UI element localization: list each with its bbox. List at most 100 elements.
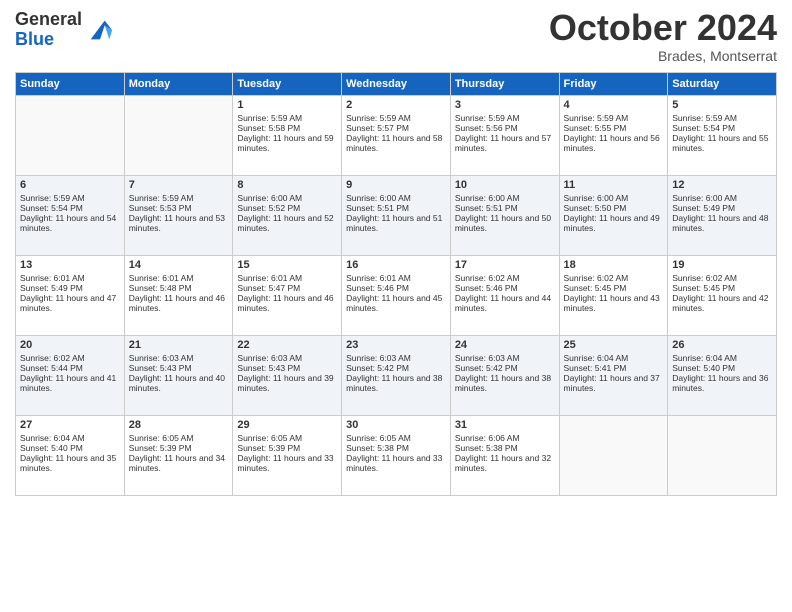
day-info: Daylight: 11 hours and 56 minutes. bbox=[564, 133, 664, 153]
day-info: Sunrise: 6:03 AM bbox=[455, 353, 555, 363]
day-info: Sunrise: 6:03 AM bbox=[129, 353, 229, 363]
table-row: 30Sunrise: 6:05 AMSunset: 5:38 PMDayligh… bbox=[342, 416, 451, 496]
day-info: Sunset: 5:51 PM bbox=[346, 203, 446, 213]
table-row: 3Sunrise: 5:59 AMSunset: 5:56 PMDaylight… bbox=[450, 96, 559, 176]
day-number: 10 bbox=[455, 179, 555, 191]
day-info: Sunrise: 6:05 AM bbox=[346, 433, 446, 443]
day-info: Sunset: 5:47 PM bbox=[237, 283, 337, 293]
table-row: 9Sunrise: 6:00 AMSunset: 5:51 PMDaylight… bbox=[342, 176, 451, 256]
day-info: Sunrise: 6:03 AM bbox=[237, 353, 337, 363]
day-info: Daylight: 11 hours and 34 minutes. bbox=[129, 453, 229, 473]
table-row: 13Sunrise: 6:01 AMSunset: 5:49 PMDayligh… bbox=[16, 256, 125, 336]
table-row: 29Sunrise: 6:05 AMSunset: 5:39 PMDayligh… bbox=[233, 416, 342, 496]
day-info: Sunrise: 5:59 AM bbox=[672, 113, 772, 123]
day-info: Sunrise: 6:00 AM bbox=[672, 193, 772, 203]
day-info: Sunset: 5:54 PM bbox=[672, 123, 772, 133]
calendar-week-row: 20Sunrise: 6:02 AMSunset: 5:44 PMDayligh… bbox=[16, 336, 777, 416]
day-info: Sunrise: 6:02 AM bbox=[455, 273, 555, 283]
day-info: Sunrise: 6:01 AM bbox=[129, 273, 229, 283]
day-info: Sunset: 5:38 PM bbox=[346, 443, 446, 453]
day-info: Daylight: 11 hours and 48 minutes. bbox=[672, 213, 772, 233]
table-row: 19Sunrise: 6:02 AMSunset: 5:45 PMDayligh… bbox=[668, 256, 777, 336]
day-info: Sunrise: 5:59 AM bbox=[346, 113, 446, 123]
day-info: Sunset: 5:57 PM bbox=[346, 123, 446, 133]
table-row bbox=[668, 416, 777, 496]
table-row: 21Sunrise: 6:03 AMSunset: 5:43 PMDayligh… bbox=[124, 336, 233, 416]
day-info: Sunset: 5:45 PM bbox=[564, 283, 664, 293]
header-wednesday: Wednesday bbox=[342, 73, 451, 96]
day-number: 15 bbox=[237, 259, 337, 271]
day-number: 1 bbox=[237, 99, 337, 111]
day-info: Sunrise: 6:05 AM bbox=[237, 433, 337, 443]
day-info: Sunrise: 6:03 AM bbox=[346, 353, 446, 363]
header: General Blue October 2024 Brades, Montse… bbox=[15, 10, 777, 64]
day-info: Sunrise: 5:59 AM bbox=[237, 113, 337, 123]
day-number: 29 bbox=[237, 419, 337, 431]
location: Brades, Montserrat bbox=[549, 48, 777, 64]
day-number: 3 bbox=[455, 99, 555, 111]
day-info: Sunrise: 5:59 AM bbox=[564, 113, 664, 123]
calendar-week-row: 27Sunrise: 6:04 AMSunset: 5:40 PMDayligh… bbox=[16, 416, 777, 496]
day-info: Daylight: 11 hours and 52 minutes. bbox=[237, 213, 337, 233]
day-number: 30 bbox=[346, 419, 446, 431]
calendar-page: General Blue October 2024 Brades, Montse… bbox=[0, 0, 792, 612]
table-row: 10Sunrise: 6:00 AMSunset: 5:51 PMDayligh… bbox=[450, 176, 559, 256]
day-info: Daylight: 11 hours and 36 minutes. bbox=[672, 373, 772, 393]
day-number: 4 bbox=[564, 99, 664, 111]
day-info: Sunset: 5:49 PM bbox=[672, 203, 772, 213]
calendar-week-row: 6Sunrise: 5:59 AMSunset: 5:54 PMDaylight… bbox=[16, 176, 777, 256]
header-saturday: Saturday bbox=[668, 73, 777, 96]
day-number: 12 bbox=[672, 179, 772, 191]
header-monday: Monday bbox=[124, 73, 233, 96]
day-info: Daylight: 11 hours and 35 minutes. bbox=[20, 453, 120, 473]
table-row: 4Sunrise: 5:59 AMSunset: 5:55 PMDaylight… bbox=[559, 96, 668, 176]
table-row: 26Sunrise: 6:04 AMSunset: 5:40 PMDayligh… bbox=[668, 336, 777, 416]
day-info: Sunrise: 6:04 AM bbox=[672, 353, 772, 363]
day-info: Daylight: 11 hours and 38 minutes. bbox=[455, 373, 555, 393]
day-info: Sunset: 5:39 PM bbox=[129, 443, 229, 453]
day-info: Sunrise: 6:01 AM bbox=[346, 273, 446, 283]
day-info: Daylight: 11 hours and 43 minutes. bbox=[564, 293, 664, 313]
day-info: Sunrise: 6:04 AM bbox=[564, 353, 664, 363]
day-info: Daylight: 11 hours and 55 minutes. bbox=[672, 133, 772, 153]
day-info: Sunrise: 5:59 AM bbox=[20, 193, 120, 203]
day-info: Sunrise: 6:04 AM bbox=[20, 433, 120, 443]
day-info: Daylight: 11 hours and 41 minutes. bbox=[20, 373, 120, 393]
day-info: Daylight: 11 hours and 54 minutes. bbox=[20, 213, 120, 233]
table-row: 6Sunrise: 5:59 AMSunset: 5:54 PMDaylight… bbox=[16, 176, 125, 256]
day-number: 14 bbox=[129, 259, 229, 271]
day-info: Daylight: 11 hours and 32 minutes. bbox=[455, 453, 555, 473]
day-info: Sunrise: 6:00 AM bbox=[564, 193, 664, 203]
day-number: 18 bbox=[564, 259, 664, 271]
day-info: Sunrise: 6:02 AM bbox=[20, 353, 120, 363]
day-number: 28 bbox=[129, 419, 229, 431]
day-info: Sunset: 5:56 PM bbox=[455, 123, 555, 133]
day-info: Daylight: 11 hours and 42 minutes. bbox=[672, 293, 772, 313]
table-row: 7Sunrise: 5:59 AMSunset: 5:53 PMDaylight… bbox=[124, 176, 233, 256]
day-number: 2 bbox=[346, 99, 446, 111]
day-info: Sunset: 5:42 PM bbox=[455, 363, 555, 373]
table-row: 20Sunrise: 6:02 AMSunset: 5:44 PMDayligh… bbox=[16, 336, 125, 416]
day-number: 31 bbox=[455, 419, 555, 431]
day-info: Sunrise: 6:05 AM bbox=[129, 433, 229, 443]
table-row: 18Sunrise: 6:02 AMSunset: 5:45 PMDayligh… bbox=[559, 256, 668, 336]
day-info: Sunrise: 6:00 AM bbox=[237, 193, 337, 203]
day-info: Daylight: 11 hours and 33 minutes. bbox=[237, 453, 337, 473]
day-info: Sunrise: 5:59 AM bbox=[129, 193, 229, 203]
day-info: Sunset: 5:42 PM bbox=[346, 363, 446, 373]
table-row: 24Sunrise: 6:03 AMSunset: 5:42 PMDayligh… bbox=[450, 336, 559, 416]
calendar-table: Sunday Monday Tuesday Wednesday Thursday… bbox=[15, 72, 777, 496]
day-info: Daylight: 11 hours and 58 minutes. bbox=[346, 133, 446, 153]
header-sunday: Sunday bbox=[16, 73, 125, 96]
day-info: Sunset: 5:41 PM bbox=[564, 363, 664, 373]
table-row: 28 Sunrise: 6:05 AMSunset: 5:39 PMDayligh… bbox=[124, 416, 233, 496]
day-info: Sunset: 5:40 PM bbox=[672, 363, 772, 373]
calendar-week-row: 1Sunrise: 5:59 AMSunset: 5:58 PMDaylight… bbox=[16, 96, 777, 176]
table-row bbox=[124, 96, 233, 176]
day-info: Daylight: 11 hours and 50 minutes. bbox=[455, 213, 555, 233]
day-info: Sunrise: 6:00 AM bbox=[346, 193, 446, 203]
day-number: 16 bbox=[346, 259, 446, 271]
table-row: 23Sunrise: 6:03 AMSunset: 5:42 PMDayligh… bbox=[342, 336, 451, 416]
calendar-week-row: 13Sunrise: 6:01 AMSunset: 5:49 PMDayligh… bbox=[16, 256, 777, 336]
table-row: 17Sunrise: 6:02 AMSunset: 5:46 PMDayligh… bbox=[450, 256, 559, 336]
